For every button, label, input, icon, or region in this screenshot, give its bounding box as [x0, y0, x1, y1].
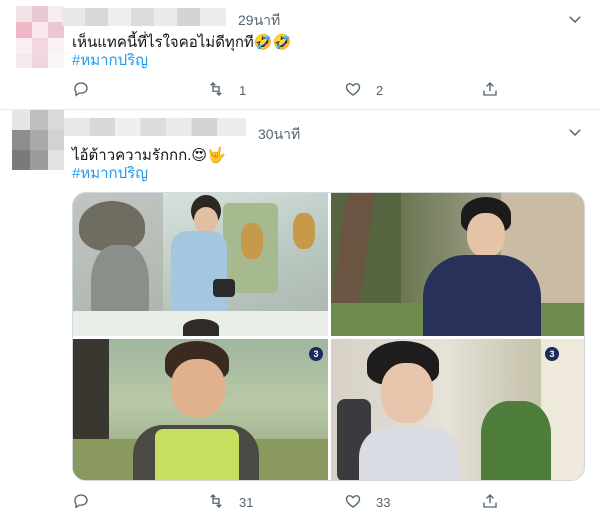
- reply-button[interactable]: [72, 492, 104, 508]
- share-button[interactable]: [481, 492, 499, 508]
- hashtag-link[interactable]: #หมากปริญ: [72, 164, 148, 184]
- retweet-count: 31: [239, 494, 254, 508]
- share-button[interactable]: [481, 80, 499, 100]
- tweet[interactable]: 29นาที เห็นแทคนี้ที่ไรใจคอไม่ดีทุกที🤣🤣 #…: [0, 0, 600, 110]
- share-icon: [481, 80, 499, 101]
- like-count: 2: [376, 82, 384, 98]
- tweet-timestamp[interactable]: 30นาที: [258, 124, 300, 146]
- like-button[interactable]: 33: [344, 492, 390, 508]
- retweet-count: 1: [239, 82, 247, 98]
- tweet-actions: 1 2: [72, 80, 512, 100]
- share-icon: [481, 492, 499, 508]
- photo[interactable]: 3: [73, 339, 328, 480]
- like-count: 33: [376, 494, 391, 508]
- retweet-button[interactable]: 1: [207, 80, 246, 100]
- user-name-redacted[interactable]: [62, 8, 226, 26]
- retweet-icon: [207, 492, 225, 508]
- tweet-text: ไอ้ต้าวความรักกก.😍🤟: [72, 147, 226, 164]
- chevron-down-icon[interactable]: [566, 123, 584, 141]
- photo[interactable]: [331, 193, 584, 336]
- hashtag-link[interactable]: #หมากปริญ: [72, 51, 148, 71]
- heart-icon: [344, 492, 362, 508]
- user-name-redacted[interactable]: [64, 118, 246, 136]
- photo[interactable]: [73, 193, 328, 336]
- media-grid[interactable]: 3 3: [72, 192, 585, 481]
- heart-icon: [344, 80, 362, 101]
- chevron-down-icon[interactable]: [566, 10, 584, 28]
- avatar[interactable]: [12, 110, 64, 170]
- retweet-button[interactable]: 31: [207, 492, 253, 508]
- reply-icon: [72, 80, 90, 101]
- avatar[interactable]: [16, 6, 64, 68]
- tweet-text: เห็นแทคนี้ที่ไรใจคอไม่ดีทุกที🤣🤣: [72, 34, 292, 51]
- reply-icon: [72, 492, 90, 508]
- like-button[interactable]: 2: [344, 80, 383, 100]
- reply-button[interactable]: [72, 80, 104, 100]
- tweet[interactable]: 30นาที ไอ้ต้าวความรักกก.😍🤟 #หมากปริญ 3 3…: [0, 110, 600, 508]
- tweet-timestamp[interactable]: 29นาที: [238, 10, 280, 32]
- tweet-actions: 31 33: [72, 492, 512, 508]
- retweet-icon: [207, 80, 225, 101]
- photo[interactable]: 3: [331, 339, 584, 480]
